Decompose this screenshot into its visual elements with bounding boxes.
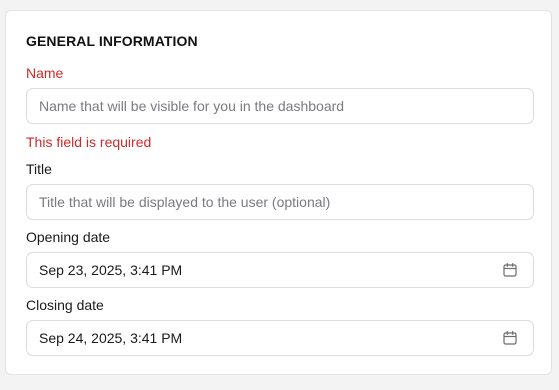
- title-field[interactable]: [26, 184, 534, 220]
- closing-date-picker[interactable]: Sep 24, 2025, 3:41 PM: [26, 320, 534, 356]
- closing-date-label: Closing date: [26, 297, 104, 313]
- name-error-message: This field is required: [26, 134, 152, 150]
- opening-date-value: Sep 23, 2025, 3:41 PM: [39, 262, 183, 278]
- general-information-card: GENERAL INFORMATION Name This field is r…: [5, 10, 552, 375]
- opening-date-label: Opening date: [26, 229, 111, 245]
- calendar-icon[interactable]: [503, 331, 517, 345]
- title-input[interactable]: [27, 185, 533, 219]
- name-input[interactable]: [27, 89, 533, 123]
- title-label: Title: [26, 161, 52, 177]
- section-title: GENERAL INFORMATION: [26, 33, 198, 49]
- name-label: Name: [26, 65, 64, 81]
- opening-date-picker[interactable]: Sep 23, 2025, 3:41 PM: [26, 252, 534, 288]
- name-field[interactable]: [26, 88, 534, 124]
- closing-date-value: Sep 24, 2025, 3:41 PM: [39, 330, 183, 346]
- calendar-icon[interactable]: [503, 263, 517, 277]
